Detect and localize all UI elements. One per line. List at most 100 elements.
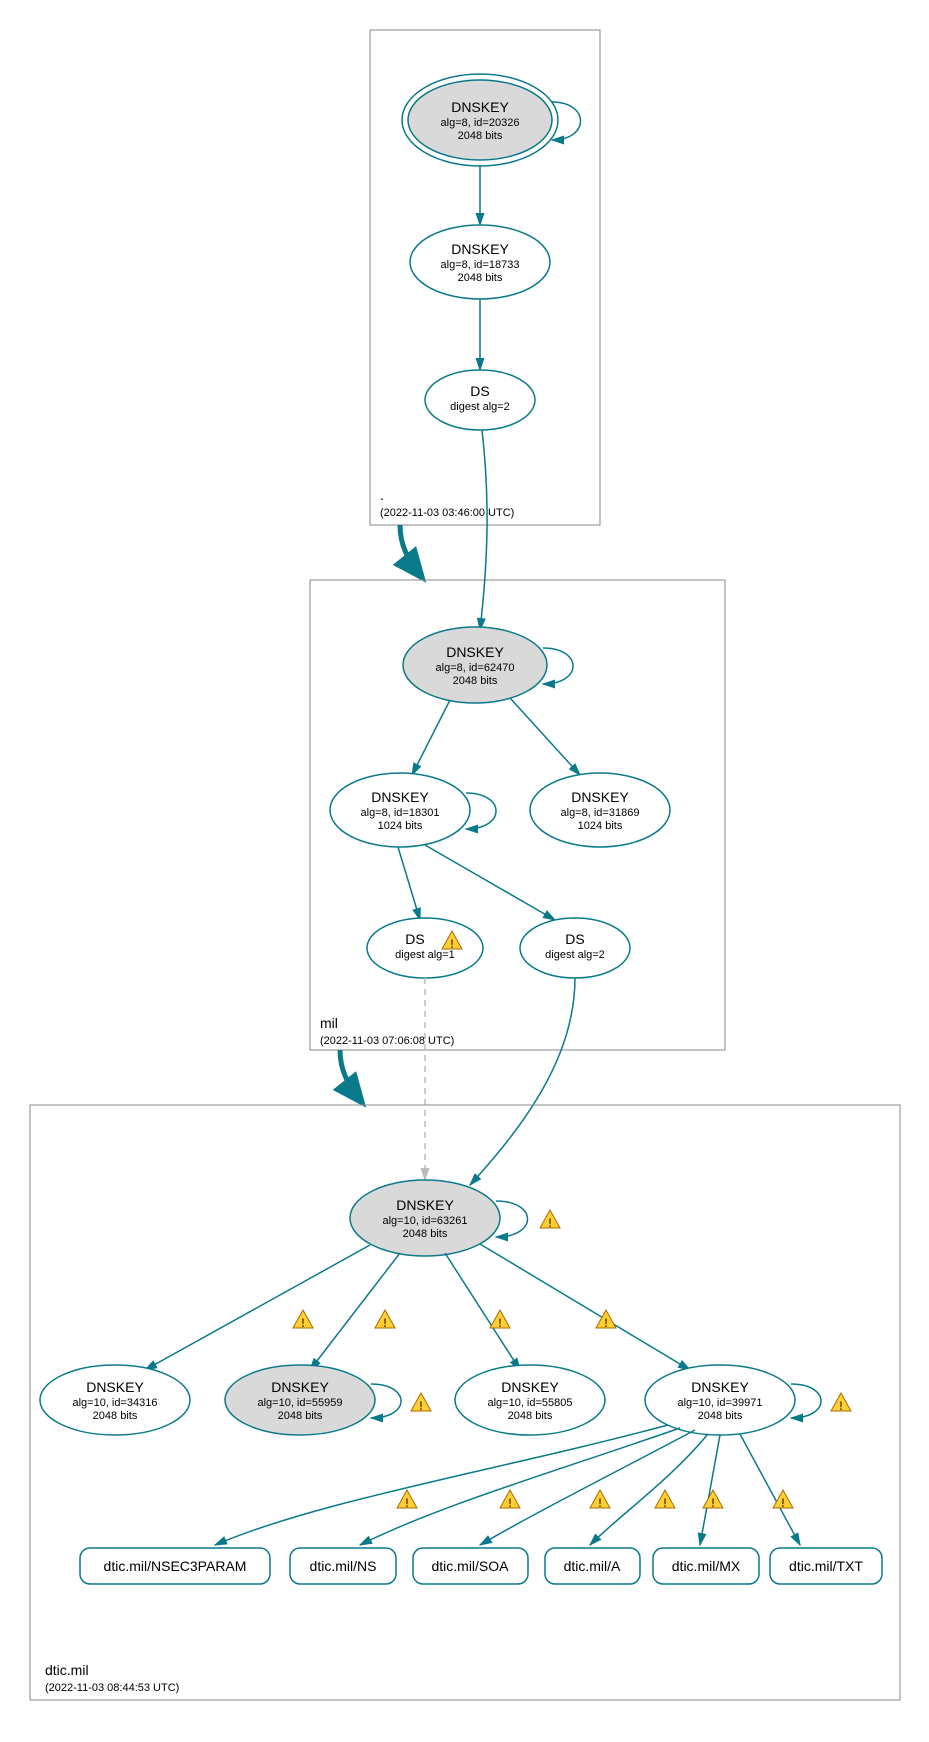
zone-root-ts: (2022-11-03 03:46:00 UTC) bbox=[380, 507, 514, 519]
svg-text:alg=10, id=39971: alg=10, id=39971 bbox=[677, 1397, 762, 1409]
svg-text:alg=10, id=55959: alg=10, id=55959 bbox=[257, 1397, 342, 1409]
node-mil-zsk2: DNSKEY alg=8, id=31869 1024 bits bbox=[530, 773, 670, 847]
warn-icon: ! bbox=[590, 1490, 610, 1510]
warn-icon: ! bbox=[375, 1310, 395, 1330]
svg-text:DNSKEY: DNSKEY bbox=[501, 1379, 559, 1395]
svg-text:alg=8, id=20326: alg=8, id=20326 bbox=[441, 117, 520, 129]
svg-text:2048 bits: 2048 bits bbox=[278, 1410, 323, 1422]
svg-text:DNSKEY: DNSKEY bbox=[371, 789, 429, 805]
edge-k4-a bbox=[590, 1434, 708, 1545]
edge-milksk-zsk1 bbox=[412, 700, 450, 775]
svg-text:!: ! bbox=[450, 937, 454, 951]
svg-text:DNSKEY: DNSKEY bbox=[271, 1379, 329, 1395]
svg-text:DNSKEY: DNSKEY bbox=[396, 1197, 454, 1213]
warn-icon: ! bbox=[655, 1490, 675, 1510]
svg-text:!: ! bbox=[498, 1316, 502, 1330]
edge-ksk-k3 bbox=[445, 1253, 520, 1370]
svg-text:alg=10, id=34316: alg=10, id=34316 bbox=[72, 1397, 157, 1409]
node-mil-ksk: DNSKEY alg=8, id=62470 2048 bits bbox=[403, 627, 547, 703]
svg-text:DNSKEY: DNSKEY bbox=[451, 241, 509, 257]
node-mil-ds2: DS digest alg=2 bbox=[520, 918, 630, 978]
svg-text:digest alg=2: digest alg=2 bbox=[545, 949, 605, 961]
edge-k4-nsec3 bbox=[215, 1425, 668, 1545]
edge-k4-mx bbox=[700, 1435, 720, 1545]
node-dtic-k2: DNSKEY alg=10, id=55959 2048 bits bbox=[225, 1365, 375, 1435]
warn-icon: ! bbox=[703, 1490, 723, 1510]
svg-text:!: ! bbox=[598, 1496, 602, 1510]
edge-zsk1-ds1 bbox=[398, 847, 420, 920]
svg-text:digest alg=1: digest alg=1 bbox=[395, 949, 455, 961]
zone-dtic-ts: (2022-11-03 08:44:53 UTC) bbox=[45, 1682, 179, 1694]
node-mil-ds1: DS digest alg=1 bbox=[367, 918, 483, 978]
svg-text:dtic.mil/TXT: dtic.mil/TXT bbox=[789, 1558, 863, 1574]
svg-text:DS: DS bbox=[470, 383, 489, 399]
svg-text:dtic.mil/SOA: dtic.mil/SOA bbox=[431, 1558, 509, 1574]
warn-icon: ! bbox=[397, 1490, 417, 1510]
svg-text:!: ! bbox=[548, 1216, 552, 1230]
svg-text:dtic.mil/A: dtic.mil/A bbox=[564, 1558, 621, 1574]
svg-text:!: ! bbox=[711, 1496, 715, 1510]
node-rr-ns: dtic.mil/NS bbox=[290, 1548, 396, 1584]
edge-zone-root-mil bbox=[400, 525, 420, 575]
svg-text:2048 bits: 2048 bits bbox=[508, 1410, 553, 1422]
edge-k4-soa bbox=[480, 1430, 695, 1545]
node-dtic-k3: DNSKEY alg=10, id=55805 2048 bits bbox=[455, 1365, 605, 1435]
svg-text:digest alg=2: digest alg=2 bbox=[450, 401, 510, 413]
svg-text:DNSKEY: DNSKEY bbox=[691, 1379, 749, 1395]
svg-text:alg=8, id=18733: alg=8, id=18733 bbox=[441, 259, 520, 271]
svg-text:!: ! bbox=[839, 1399, 843, 1413]
svg-text:!: ! bbox=[781, 1496, 785, 1510]
edge-ksk-k1 bbox=[145, 1245, 370, 1370]
warn-icon: ! bbox=[831, 1393, 851, 1413]
dnssec-graph: . (2022-11-03 03:46:00 UTC) DNSKEY alg=8… bbox=[0, 0, 929, 1742]
svg-text:dtic.mil/MX: dtic.mil/MX bbox=[672, 1558, 741, 1574]
svg-text:1024 bits: 1024 bits bbox=[378, 820, 423, 832]
svg-text:DS: DS bbox=[405, 931, 424, 947]
warn-icon: ! bbox=[411, 1393, 431, 1413]
svg-text:alg=8, id=31869: alg=8, id=31869 bbox=[561, 807, 640, 819]
svg-text:1024 bits: 1024 bits bbox=[578, 820, 623, 832]
node-root-ds: DS digest alg=2 bbox=[425, 370, 535, 430]
edge-milksk-zsk2 bbox=[510, 698, 580, 775]
edge-ds2-dticksk bbox=[470, 978, 575, 1185]
warn-icon: ! bbox=[500, 1490, 520, 1510]
svg-text:!: ! bbox=[383, 1316, 387, 1330]
node-root-ksk: DNSKEY alg=8, id=20326 2048 bits bbox=[402, 74, 558, 166]
warn-icon: ! bbox=[490, 1310, 510, 1330]
node-root-zsk: DNSKEY alg=8, id=18733 2048 bits bbox=[410, 225, 550, 299]
svg-text:DNSKEY: DNSKEY bbox=[86, 1379, 144, 1395]
zone-root-name: . bbox=[380, 487, 384, 503]
svg-text:!: ! bbox=[301, 1316, 305, 1330]
svg-text:alg=10, id=63261: alg=10, id=63261 bbox=[382, 1215, 467, 1227]
node-rr-nsec3: dtic.mil/NSEC3PARAM bbox=[80, 1548, 270, 1584]
edge-zsk1-ds2 bbox=[425, 845, 555, 920]
svg-text:!: ! bbox=[419, 1399, 423, 1413]
svg-text:alg=8, id=18301: alg=8, id=18301 bbox=[361, 807, 440, 819]
edge-ksk-k4 bbox=[480, 1244, 690, 1370]
svg-text:2048 bits: 2048 bits bbox=[698, 1410, 743, 1422]
edge-rootds-milksk bbox=[480, 430, 487, 630]
svg-text:2048 bits: 2048 bits bbox=[93, 1410, 138, 1422]
svg-text:!: ! bbox=[663, 1496, 667, 1510]
node-rr-txt: dtic.mil/TXT bbox=[770, 1548, 882, 1584]
node-rr-soa: dtic.mil/SOA bbox=[413, 1548, 528, 1584]
svg-text:alg=10, id=55805: alg=10, id=55805 bbox=[487, 1397, 572, 1409]
node-dtic-k1: DNSKEY alg=10, id=34316 2048 bits bbox=[40, 1365, 190, 1435]
node-mil-zsk1: DNSKEY alg=8, id=18301 1024 bits bbox=[330, 773, 470, 847]
svg-text:dtic.mil/NS: dtic.mil/NS bbox=[310, 1558, 377, 1574]
edge-root-ksk-self bbox=[552, 102, 581, 140]
svg-text:!: ! bbox=[604, 1316, 608, 1330]
node-rr-mx: dtic.mil/MX bbox=[653, 1548, 759, 1584]
svg-text:2048 bits: 2048 bits bbox=[403, 1228, 448, 1240]
svg-text:2048 bits: 2048 bits bbox=[453, 675, 498, 687]
svg-text:2048 bits: 2048 bits bbox=[458, 272, 503, 284]
svg-text:DNSKEY: DNSKEY bbox=[571, 789, 629, 805]
svg-text:DNSKEY: DNSKEY bbox=[446, 644, 504, 660]
node-rr-a: dtic.mil/A bbox=[545, 1548, 640, 1584]
svg-text:DS: DS bbox=[565, 931, 584, 947]
warn-icon: ! bbox=[596, 1310, 616, 1330]
svg-text:!: ! bbox=[508, 1496, 512, 1510]
edge-zone-mil-dtic bbox=[340, 1050, 360, 1100]
svg-text:alg=8, id=62470: alg=8, id=62470 bbox=[436, 662, 515, 674]
svg-text:dtic.mil/NSEC3PARAM: dtic.mil/NSEC3PARAM bbox=[104, 1558, 247, 1574]
